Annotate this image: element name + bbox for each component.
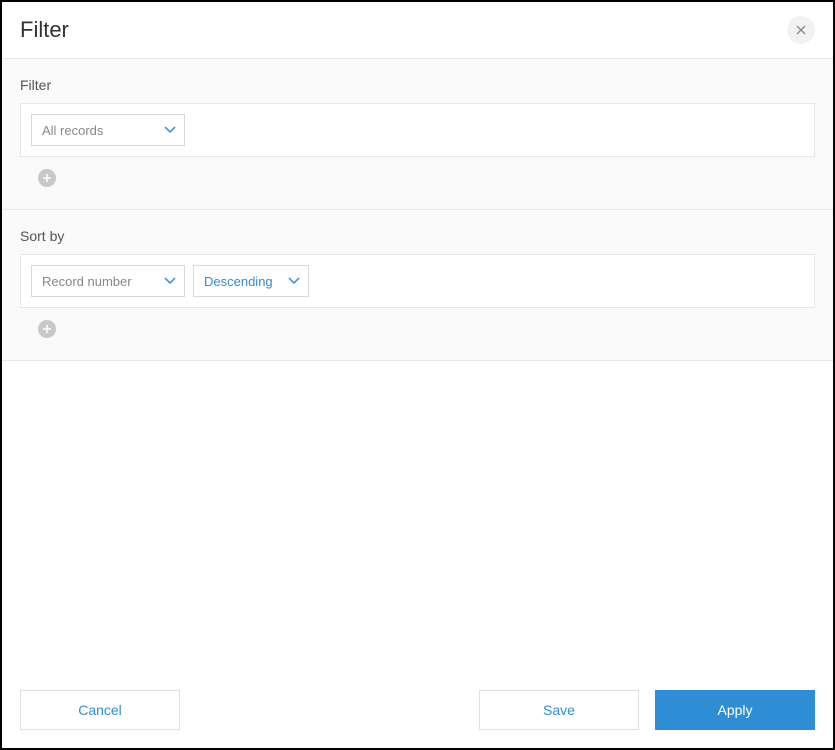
empty-content-area [2,361,833,672]
add-sort-button[interactable] [38,320,56,338]
sort-section-label: Sort by [20,228,815,244]
plus-icon [42,324,52,334]
sort-field-select[interactable]: Record number [31,265,185,297]
filter-row: All records [20,103,815,157]
sort-row: Record number Descending [20,254,815,308]
chevron-down-icon [164,126,176,134]
sort-direction-value: Descending [204,274,273,289]
dialog-title: Filter [20,17,69,43]
close-icon [796,22,806,38]
filter-section: Filter All records [2,59,833,210]
sort-field-value: Record number [42,274,132,289]
sort-section: Sort by Record number Descending [2,210,833,361]
filter-section-label: Filter [20,77,815,93]
sort-direction-select[interactable]: Descending [193,265,309,297]
filter-select[interactable]: All records [31,114,185,146]
apply-button[interactable]: Apply [655,690,815,730]
close-button[interactable] [787,16,815,44]
plus-icon [42,173,52,183]
dialog-footer: Cancel Save Apply [2,672,833,748]
chevron-down-icon [164,277,176,285]
chevron-down-icon [288,277,300,285]
footer-right-group: Save Apply [479,690,815,730]
add-filter-button[interactable] [38,169,56,187]
save-button[interactable]: Save [479,690,639,730]
dialog-header: Filter [2,2,833,59]
cancel-button[interactable]: Cancel [20,690,180,730]
filter-select-value: All records [42,123,103,138]
